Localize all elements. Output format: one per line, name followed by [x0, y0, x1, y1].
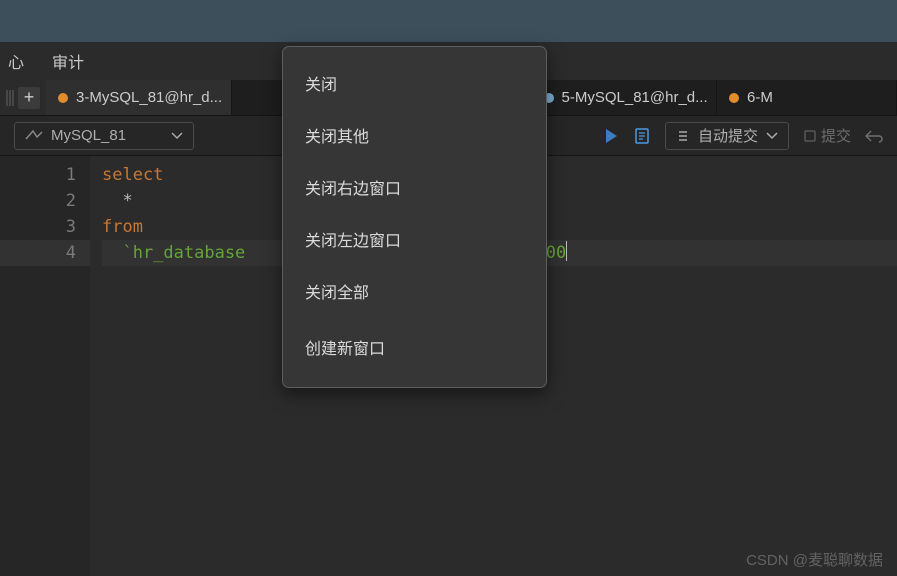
line-number: 3	[0, 214, 76, 240]
menu-close-left[interactable]: 关闭左边窗口	[283, 215, 546, 263]
code-keyword: select	[102, 165, 163, 185]
menu-item-xin[interactable]: 心	[8, 49, 24, 73]
tab-label: 5-MySQL_81@hr_d...	[562, 89, 708, 106]
chevron-down-icon	[171, 132, 183, 140]
tab-4[interactable]: 6-M	[717, 80, 897, 115]
undo-button[interactable]	[865, 129, 883, 143]
tab-label: 6-M	[747, 89, 773, 106]
tab-status-icon	[58, 93, 68, 103]
auto-commit-selector[interactable]: 自动提交	[665, 122, 789, 150]
code-text: *	[102, 191, 133, 211]
menu-close-right[interactable]: 关闭右边窗口	[283, 163, 546, 211]
chevron-down-icon	[766, 132, 778, 140]
auto-commit-label: 自动提交	[698, 125, 758, 146]
line-gutter: 1 2 3 4	[0, 156, 90, 576]
connection-label: MySQL_81	[51, 127, 126, 144]
code-keyword: from	[102, 217, 143, 237]
commit-button[interactable]: 提交	[803, 125, 851, 146]
tab-3[interactable]: 5-MySQL_81@hr_d...	[532, 80, 718, 115]
line-number: 1	[0, 162, 76, 188]
tab-status-icon	[729, 93, 739, 103]
list-icon	[676, 129, 690, 143]
connection-arrow-icon	[25, 129, 43, 143]
menu-close-others[interactable]: 关闭其他	[283, 111, 546, 159]
menu-close[interactable]: 关闭	[283, 59, 546, 107]
run-button[interactable]	[603, 128, 619, 144]
menu-new-window[interactable]: 创建新窗口	[283, 323, 546, 371]
tab-label: 3-MySQL_81@hr_d...	[76, 89, 222, 106]
menu-item-audit[interactable]: 审计	[52, 49, 84, 73]
tab-handle-icon	[6, 88, 14, 108]
code-string: `hr_database	[102, 243, 245, 263]
connection-selector[interactable]: MySQL_81	[14, 122, 194, 150]
document-button[interactable]	[633, 127, 651, 145]
tab-prefix: +	[0, 80, 46, 115]
text-cursor	[566, 241, 567, 261]
tab-context-menu: 关闭 关闭其他 关闭右边窗口 关闭左边窗口 关闭全部 创建新窗口	[282, 46, 547, 388]
menu-close-all[interactable]: 关闭全部	[283, 267, 546, 315]
line-number: 2	[0, 188, 76, 214]
window-titlebar	[0, 0, 897, 42]
add-tab-button[interactable]: +	[18, 87, 40, 109]
line-number: 4	[0, 240, 90, 266]
tab-1[interactable]: 3-MySQL_81@hr_d...	[46, 80, 232, 115]
watermark: CSDN @麦聪聊数据	[746, 549, 883, 570]
commit-label: 提交	[821, 125, 851, 146]
